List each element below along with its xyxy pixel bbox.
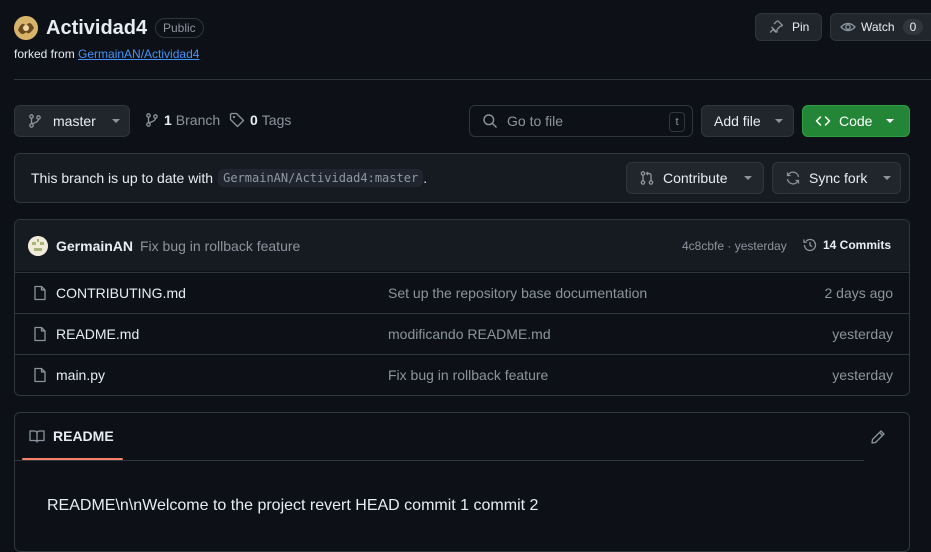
file-icon — [32, 367, 48, 383]
pin-icon — [768, 19, 784, 35]
visibility-badge: Public — [155, 18, 204, 38]
pin-label: Pin — [792, 20, 810, 34]
branch-ref[interactable]: GermainAN/Actividad4:master — [218, 169, 424, 187]
commits-count: 14 Commits — [823, 238, 892, 252]
watch-count: 0 — [902, 19, 924, 35]
file-name[interactable]: CONTRIBUTING.md — [56, 285, 186, 301]
branch-status-box: This branch is up to date with GermainAN… — [14, 153, 910, 203]
contribute-button[interactable]: Contribute — [626, 162, 764, 194]
forked-from-prefix: forked from — [14, 47, 75, 61]
search-icon — [482, 113, 498, 129]
file-row[interactable]: CONTRIBUTING.md Set up the repository ba… — [15, 272, 909, 313]
commit-message[interactable]: Fix bug in rollback feature — [140, 238, 300, 254]
contribute-label: Contribute — [663, 170, 728, 186]
tag-label: Tags — [261, 112, 292, 128]
sync-fork-label: Sync fork — [809, 170, 868, 186]
eye-icon — [840, 19, 856, 35]
readme-header-divider — [15, 460, 864, 461]
file-row[interactable]: main.py Fix bug in rollback feature yest… — [15, 354, 909, 395]
file-name[interactable]: main.py — [56, 367, 105, 383]
code-label: Code — [839, 113, 873, 129]
chevron-down-icon — [883, 176, 892, 180]
branch-name: master — [53, 113, 96, 129]
header-divider — [14, 79, 931, 80]
code-button[interactable]: Code — [802, 105, 910, 137]
readme-tab-label: README — [53, 428, 114, 444]
tags-link[interactable]: 0 Tags — [229, 112, 291, 128]
file-icon — [32, 285, 48, 301]
branches-link[interactable]: 1 Branch — [144, 112, 220, 128]
chevron-down-icon — [886, 119, 895, 123]
go-to-file-input[interactable]: Go to file t — [469, 105, 693, 137]
file-commit-message[interactable]: Set up the repository base documentation — [388, 285, 647, 301]
chevron-down-icon — [111, 119, 120, 123]
branch-status-text: This branch is up to date with GermainAN… — [31, 169, 427, 187]
commit-author[interactable]: GermainAN — [56, 238, 133, 254]
status-text: This branch is up to date with — [31, 170, 214, 186]
readme-tab[interactable]: README — [29, 428, 114, 444]
tag-icon — [229, 112, 245, 128]
file-date: yesterday — [832, 367, 893, 383]
chevron-down-icon — [743, 176, 752, 180]
file-date: yesterday — [832, 326, 893, 342]
forked-from-line: forked from GermainAN/Actividad4 — [14, 47, 199, 61]
pull-request-icon — [639, 170, 655, 186]
branch-label: Branch — [175, 112, 221, 128]
file-commit-message[interactable]: Fix bug in rollback feature — [388, 367, 548, 383]
file-commit-message[interactable]: modificando README.md — [388, 326, 551, 342]
git-branch-icon — [144, 112, 160, 128]
file-date: 2 days ago — [824, 285, 894, 301]
book-icon — [29, 428, 45, 444]
watch-label: Watch — [861, 20, 895, 34]
commit-hash-time[interactable]: 4c8cbfe · yesterday — [682, 239, 787, 253]
file-name[interactable]: README.md — [56, 326, 139, 342]
watch-button[interactable]: Watch 0 — [830, 13, 931, 41]
file-row[interactable]: README.md modificando README.md yesterda… — [15, 313, 909, 354]
readme-box: README README\n\nWelcome to the project … — [14, 412, 910, 552]
history-icon — [802, 237, 818, 253]
branch-selector[interactable]: master — [14, 105, 130, 137]
latest-commit-bar: GermainAN Fix bug in rollback feature 4c… — [15, 220, 909, 271]
sync-icon — [785, 170, 801, 186]
sync-fork-button[interactable]: Sync fork — [772, 162, 901, 194]
pin-button[interactable]: Pin — [755, 13, 822, 41]
go-to-file-placeholder: Go to file — [507, 113, 564, 129]
author-avatar — [28, 236, 48, 256]
tag-count: 0 — [250, 112, 258, 128]
add-file-label: Add file — [714, 113, 761, 129]
commits-link[interactable]: 14 Commits — [802, 237, 891, 253]
pencil-icon[interactable] — [870, 429, 886, 445]
status-period: . — [423, 170, 428, 186]
code-icon — [815, 113, 831, 129]
file-icon — [32, 326, 48, 342]
shortcut-key: t — [669, 112, 685, 132]
readme-content: README\n\nWelcome to the project revert … — [47, 497, 539, 514]
repo-title[interactable]: Actividad4 — [46, 15, 147, 41]
repo-avatar — [14, 16, 38, 40]
add-file-button[interactable]: Add file — [701, 105, 794, 137]
git-branch-icon — [27, 113, 43, 129]
chevron-down-icon — [774, 119, 783, 123]
forked-from-link[interactable]: GermainAN/Actividad4 — [78, 47, 199, 61]
branch-count: 1 — [164, 112, 172, 128]
